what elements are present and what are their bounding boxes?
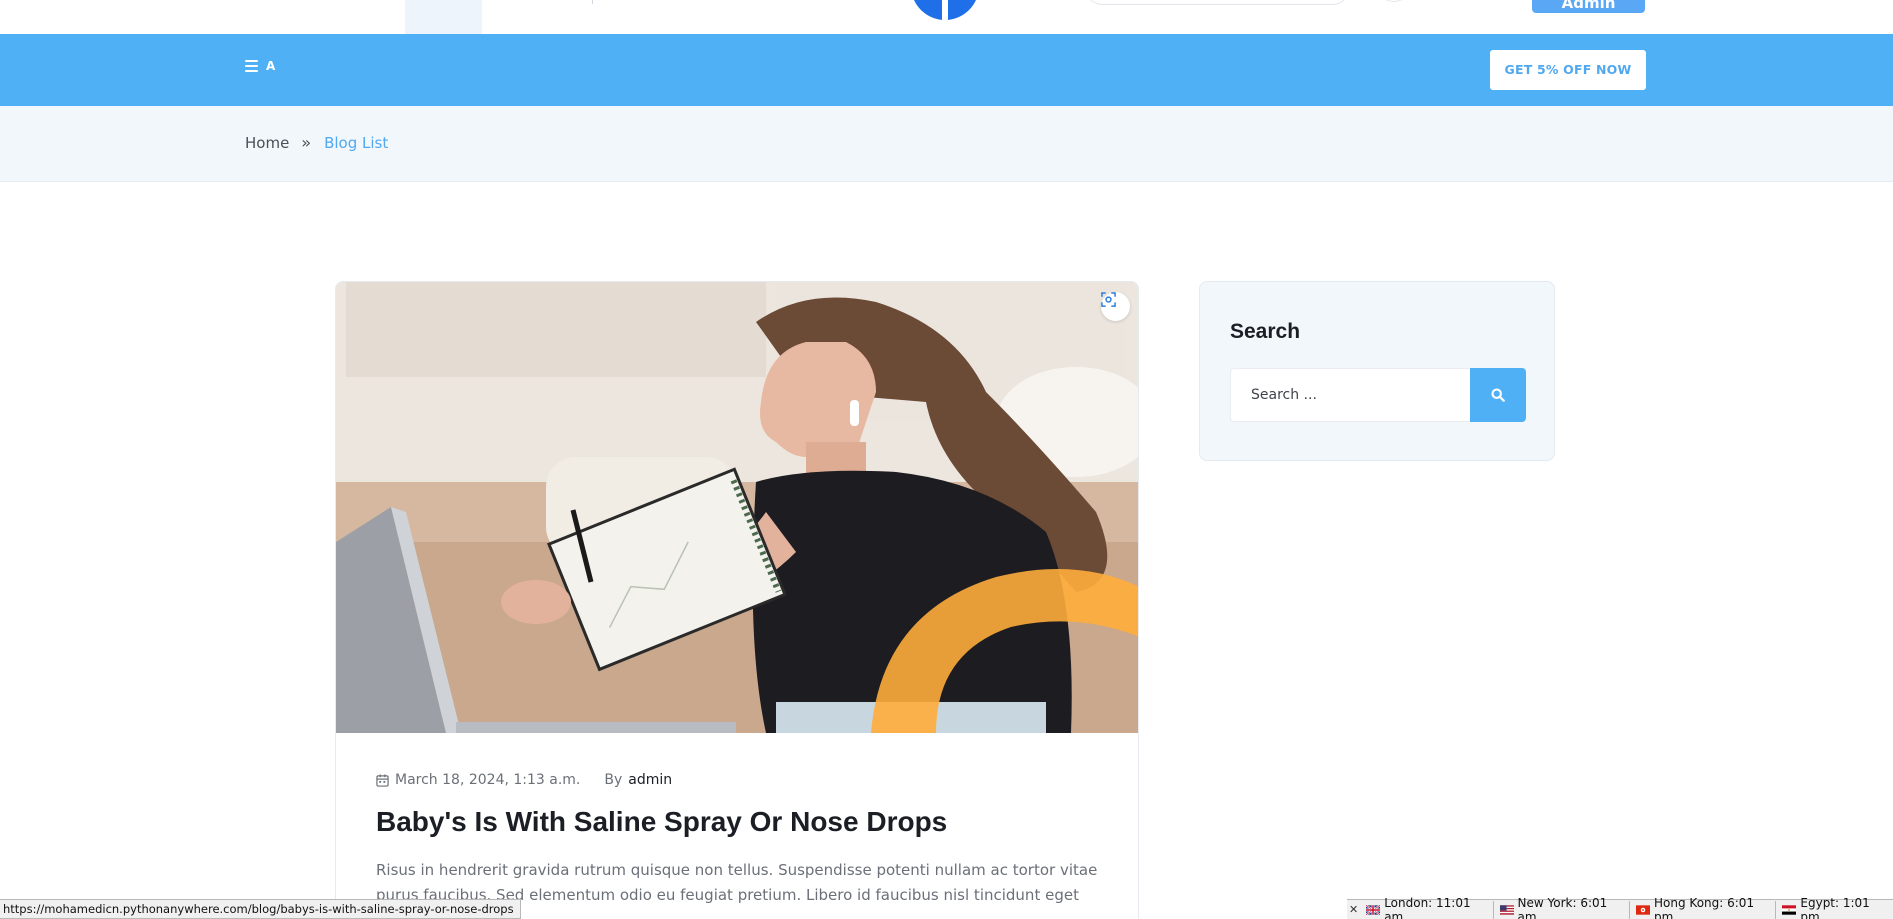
blog-post-meta: March 18, 2024, 1:13 a.m. By admin [376,772,1106,788]
focus-zoom-icon [1101,292,1116,307]
site-logo-icon[interactable] [911,0,979,20]
egypt-flag-icon [1782,904,1797,915]
sidebar-search-button[interactable] [1470,368,1526,422]
header-user-icon[interactable] [1380,0,1408,2]
blog-post-body: March 18, 2024, 1:13 a.m. By admin Baby'… [376,772,1106,919]
clock-label: London: 11:01 am [1384,895,1471,919]
header-search-input[interactable] [1085,0,1350,5]
hk-flag-icon [1635,904,1651,915]
zoom-image-button[interactable] [1101,292,1130,321]
sidebar-search-widget: Search [1199,281,1555,461]
breadcrumb-current: Blog List [324,133,389,152]
clock-label: Hong Kong: 6:01 pm [1654,895,1755,919]
double-chevron-right-icon: ›› [301,133,311,152]
blog-post-image[interactable] [336,282,1138,733]
search-icon [1491,388,1505,402]
world-clock-bar: ✕ London: 11:01 am New York: 6:01 am Hon… [1347,896,1893,919]
clock-label: New York: 6:01 am [1517,895,1608,919]
post-author-prefix: By [604,772,623,788]
menu-toggle-label: A [266,59,276,73]
uk-flag-icon [1366,904,1381,915]
menu-toggle-button[interactable]: A [245,59,275,73]
breadcrumb-bar: Home ›› Blog List [0,106,1893,182]
calendar-icon [376,773,389,787]
top-header: Admin [0,0,1893,34]
breadcrumb: Home ›› Blog List [245,133,388,152]
clock-new-york: New York: 6:01 am [1494,896,1630,919]
clock-hong-kong: Hong Kong: 6:01 pm [1630,896,1777,919]
us-flag-icon [1499,904,1514,915]
header-divider [592,0,593,4]
get-discount-button[interactable]: GET 5% OFF NOW [1490,50,1646,90]
admin-button[interactable]: Admin [1532,0,1645,13]
status-bar-url: https://mohamedicn.pythonanywhere.com/bl… [0,899,521,919]
post-date: March 18, 2024, 1:13 a.m. [395,772,581,788]
header-nav-highlight [405,0,482,34]
close-icon[interactable]: ✕ [1347,903,1360,916]
clock-london: London: 11:01 am [1360,896,1494,919]
post-author-link[interactable]: admin [628,772,672,788]
post-title-link[interactable]: Baby's Is With Saline Spray Or Nose Drop… [376,806,1106,838]
search-widget-title: Search [1230,320,1301,343]
sidebar-search-input[interactable] [1230,368,1470,422]
main-navbar: A GET 5% OFF NOW [0,34,1893,106]
clock-label: Egypt: 1:01 pm [1800,895,1870,919]
clock-egypt: Egypt: 1:01 pm [1776,896,1893,919]
hamburger-icon [245,60,258,72]
blog-post-card: March 18, 2024, 1:13 a.m. By admin Baby'… [335,281,1139,919]
woman-studying-illustration [336,282,1138,733]
breadcrumb-home-link[interactable]: Home [245,134,289,152]
